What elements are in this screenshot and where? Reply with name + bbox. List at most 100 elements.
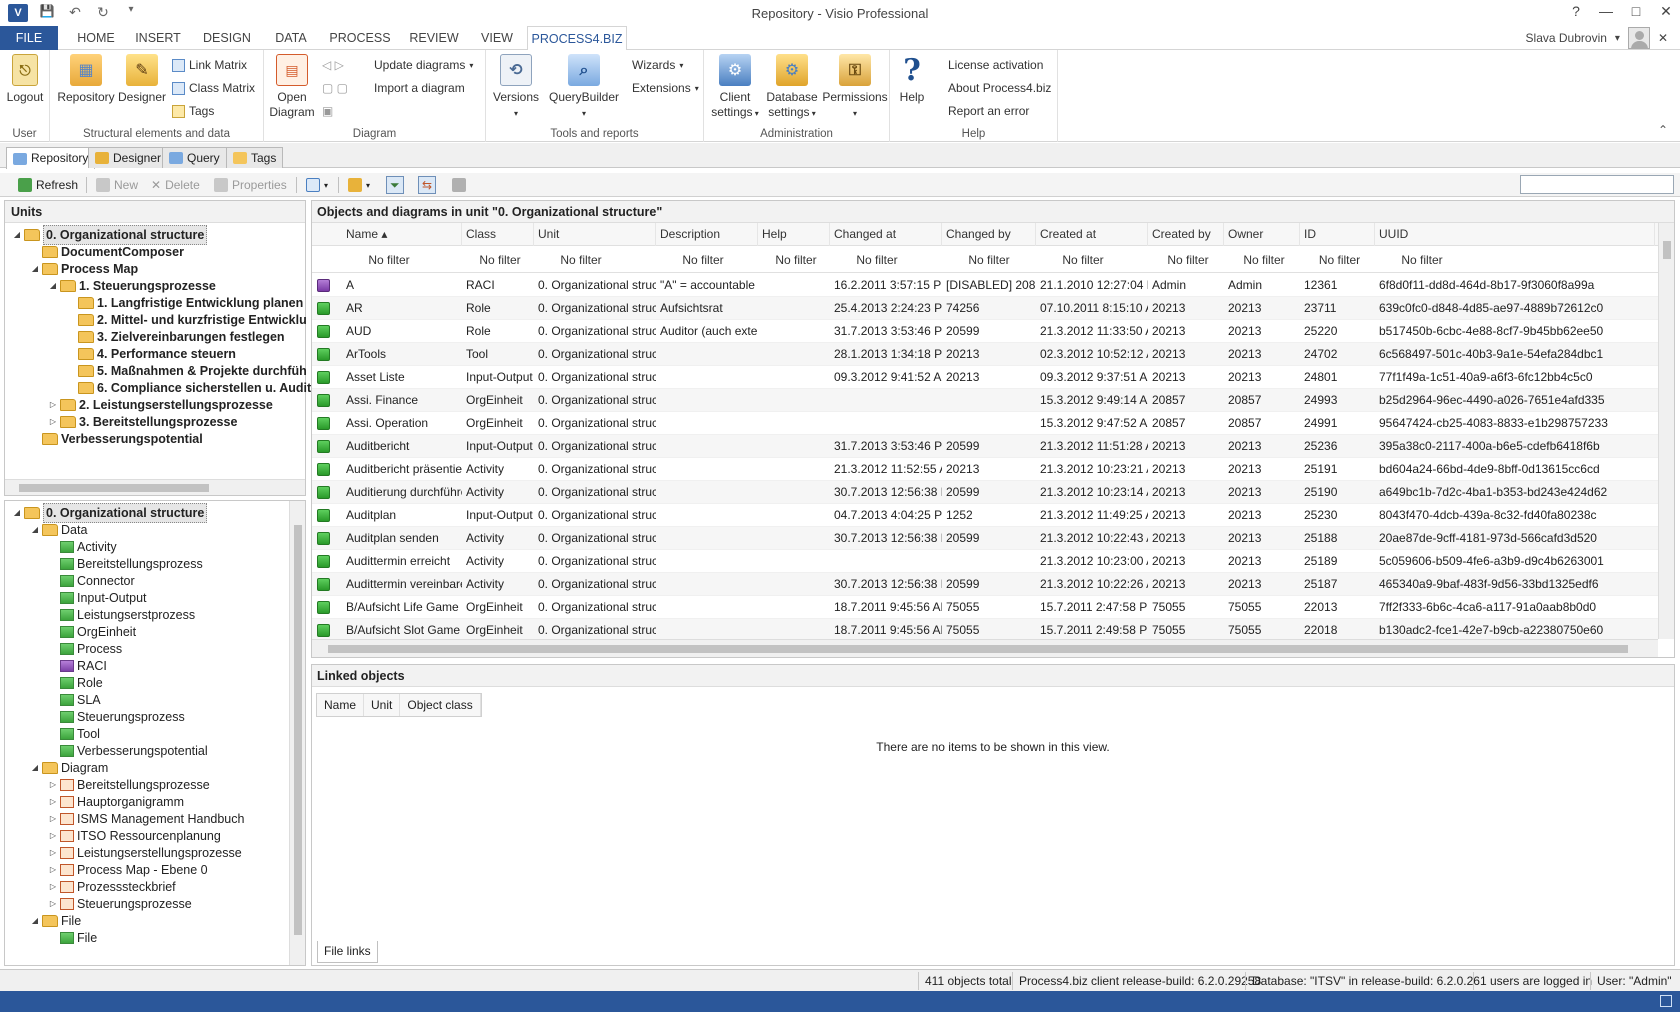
avatar[interactable]: [1627, 27, 1650, 49]
report-icon-button[interactable]: [452, 176, 466, 194]
expander-icon[interactable]: ▷: [49, 844, 57, 862]
expander-icon[interactable]: ▷: [49, 776, 57, 794]
column-header[interactable]: Description: [656, 223, 758, 246]
table-row[interactable]: A RACI 0. Organizational structure "A" = ac…: [312, 274, 1658, 297]
content-tree-item[interactable]: RACI: [49, 657, 107, 675]
content-tree-item[interactable]: Role: [49, 674, 103, 692]
user-dropdown-icon[interactable]: ▾: [1615, 33, 1620, 44]
table-row[interactable]: ArTools Tool 0. Organizational structure 28…: [312, 343, 1658, 366]
restore-button[interactable]: □: [1628, 3, 1644, 20]
help-button[interactable]: ? Help: [894, 54, 930, 105]
expander-icon[interactable]: ▷: [49, 861, 57, 879]
column-filter[interactable]: No filter: [342, 247, 432, 273]
column-filter[interactable]: No filter: [758, 247, 830, 273]
content-tree-item[interactable]: ◢ Diagram: [31, 759, 108, 777]
content-tree-item[interactable]: ▷ ISMS Management Handbuch: [49, 810, 245, 828]
column-header[interactable]: Name ▴: [342, 223, 462, 246]
tab-designer[interactable]: Designer: [88, 147, 169, 168]
about-link[interactable]: About Process4.biz: [948, 79, 1051, 97]
linked-col-unit[interactable]: Unit: [364, 694, 401, 716]
tab-design[interactable]: DESIGN: [196, 26, 258, 50]
repository-button[interactable]: ▦ Repository: [56, 54, 116, 105]
unit-tree-item[interactable]: Verbesserungspotential: [31, 430, 203, 448]
column-header[interactable]: Help: [758, 223, 830, 246]
content-tree-item[interactable]: Verbesserungspotential: [49, 742, 208, 760]
close-button[interactable]: ✕: [1658, 3, 1674, 20]
diagram-copy-icon[interactable]: ▢ ▢: [322, 79, 348, 97]
expander-icon[interactable]: ◢: [13, 226, 21, 244]
linked-col-name[interactable]: Name: [317, 694, 365, 716]
unit-tree-item[interactable]: 3. Zielvereinbarungen festlegen: [67, 328, 285, 346]
table-row[interactable]: Asset Liste Input-Output 0. Organizational…: [312, 366, 1658, 389]
client-settings-button[interactable]: ⚙ Client settings ▾: [708, 54, 762, 121]
tab-process4biz[interactable]: PROCESS4.BIZ: [527, 26, 627, 51]
tab-tags[interactable]: Tags: [226, 147, 284, 168]
content-tree-item[interactable]: Input-Output: [49, 589, 147, 607]
scroll-thumb[interactable]: [1663, 241, 1671, 259]
table-row[interactable]: B/Aufsicht Life Game OrgEinheit 0. Organiz…: [312, 596, 1658, 619]
column-filter[interactable]: No filter: [1375, 247, 1465, 273]
column-filter[interactable]: No filter: [1148, 247, 1224, 273]
tab-view[interactable]: VIEW: [474, 26, 520, 50]
content-tree-item[interactable]: ▷ Leistungserstellungsprozesse: [49, 844, 242, 862]
database-settings-button[interactable]: ⚙ Database settings ▾: [762, 54, 822, 121]
user-name[interactable]: Slava Dubrovin: [1526, 31, 1607, 45]
content-tree-item[interactable]: OrgEinheit: [49, 623, 136, 641]
column-header[interactable]: Class: [462, 223, 534, 246]
unit-tree-item[interactable]: DocumentComposer: [31, 243, 184, 261]
license-activation-link[interactable]: License activation: [948, 56, 1043, 74]
update-diagrams-button[interactable]: Update diagrams ▾: [374, 56, 473, 74]
report-error-link[interactable]: Report an error: [948, 102, 1029, 120]
properties-button[interactable]: Properties: [214, 176, 287, 194]
content-tree-item[interactable]: ◢ 0. Organizational structure: [13, 503, 208, 523]
content-tree-item[interactable]: Connector: [49, 572, 135, 590]
tab-home[interactable]: HOME: [68, 26, 124, 50]
table-row[interactable]: Audittermin vereinbaren Activity 0. Organi…: [312, 573, 1658, 596]
content-tree-item[interactable]: ▷ Prozesssteckbrief: [49, 878, 176, 896]
column-header[interactable]: UUID: [1375, 223, 1655, 246]
content-tree-item[interactable]: File: [49, 929, 97, 947]
grid-vscrollbar[interactable]: [1658, 223, 1674, 639]
expander-icon[interactable]: ◢: [31, 912, 39, 930]
column-header[interactable]: Created by: [1148, 223, 1224, 246]
column-filter[interactable]: No filter: [1224, 247, 1300, 273]
expander-icon[interactable]: ▷: [49, 793, 57, 811]
table-row[interactable]: Auditierung durchführen Activity 0. Organi…: [312, 481, 1658, 504]
linked-col-object-class[interactable]: Object class: [400, 694, 481, 716]
tab-repository[interactable]: Repository: [6, 147, 96, 169]
expander-icon[interactable]: ◢: [13, 504, 21, 522]
tab-process[interactable]: PROCESS: [326, 26, 394, 50]
content-tree-item[interactable]: SLA: [49, 691, 101, 709]
search-input[interactable]: [1520, 175, 1674, 194]
units-hscrollbar[interactable]: [5, 479, 305, 495]
column-header[interactable]: ID: [1300, 223, 1375, 246]
delete-button[interactable]: ✕ Delete: [151, 176, 200, 194]
scroll-thumb[interactable]: [294, 525, 302, 935]
class-matrix-button[interactable]: Class Matrix: [172, 79, 255, 97]
table-row[interactable]: AR Role 0. Organizational structure Aufsich…: [312, 297, 1658, 320]
permissions-button[interactable]: ⚿ Permissions ▾: [822, 54, 888, 121]
table-row[interactable]: Assi. Finance OrgEinheit 0. Organizational…: [312, 389, 1658, 412]
unit-tree-item[interactable]: ◢ 0. Organizational structure: [13, 225, 208, 245]
logout-button[interactable]: ⎋ Logout: [4, 54, 46, 105]
content-tree-item[interactable]: Leistungserstprozess: [49, 606, 195, 624]
column-filter[interactable]: No filter: [830, 247, 920, 273]
table-row[interactable]: Auditbericht Input-Output 0. Organizationa…: [312, 435, 1658, 458]
unit-tree-item[interactable]: 6. Compliance sicherstellen u. Auditi: [67, 379, 315, 397]
tab-insert[interactable]: INSERT: [130, 26, 186, 50]
expander-icon[interactable]: ▷: [49, 396, 57, 414]
table-row[interactable]: Auditbericht präsentieren Activity 0. Orga…: [312, 458, 1658, 481]
expander-icon[interactable]: ◢: [31, 521, 39, 539]
unit-tree-item[interactable]: ▷ 2. Leistungserstellungsprozesse: [49, 396, 273, 414]
diagram-check-icon[interactable]: ▣: [322, 102, 333, 120]
content-tree-item[interactable]: ▷ Steuerungsprozesse: [49, 895, 192, 913]
content-tree-item[interactable]: ▷ ITSO Ressourcenplanung: [49, 827, 221, 845]
link-toggle-button[interactable]: ⇆: [418, 176, 437, 194]
grid-hscrollbar[interactable]: [312, 639, 1658, 657]
column-filter[interactable]: No filter: [534, 247, 624, 273]
column-filter[interactable]: No filter: [656, 247, 746, 273]
unit-tree-item[interactable]: 5. Maßnahmen & Projekte durchfüh: [67, 362, 307, 380]
table-row[interactable]: Auditplan senden Activity 0. Organizationa…: [312, 527, 1658, 550]
expander-icon[interactable]: ▷: [49, 895, 57, 913]
content-tree-item[interactable]: Steuerungsprozess: [49, 708, 185, 726]
